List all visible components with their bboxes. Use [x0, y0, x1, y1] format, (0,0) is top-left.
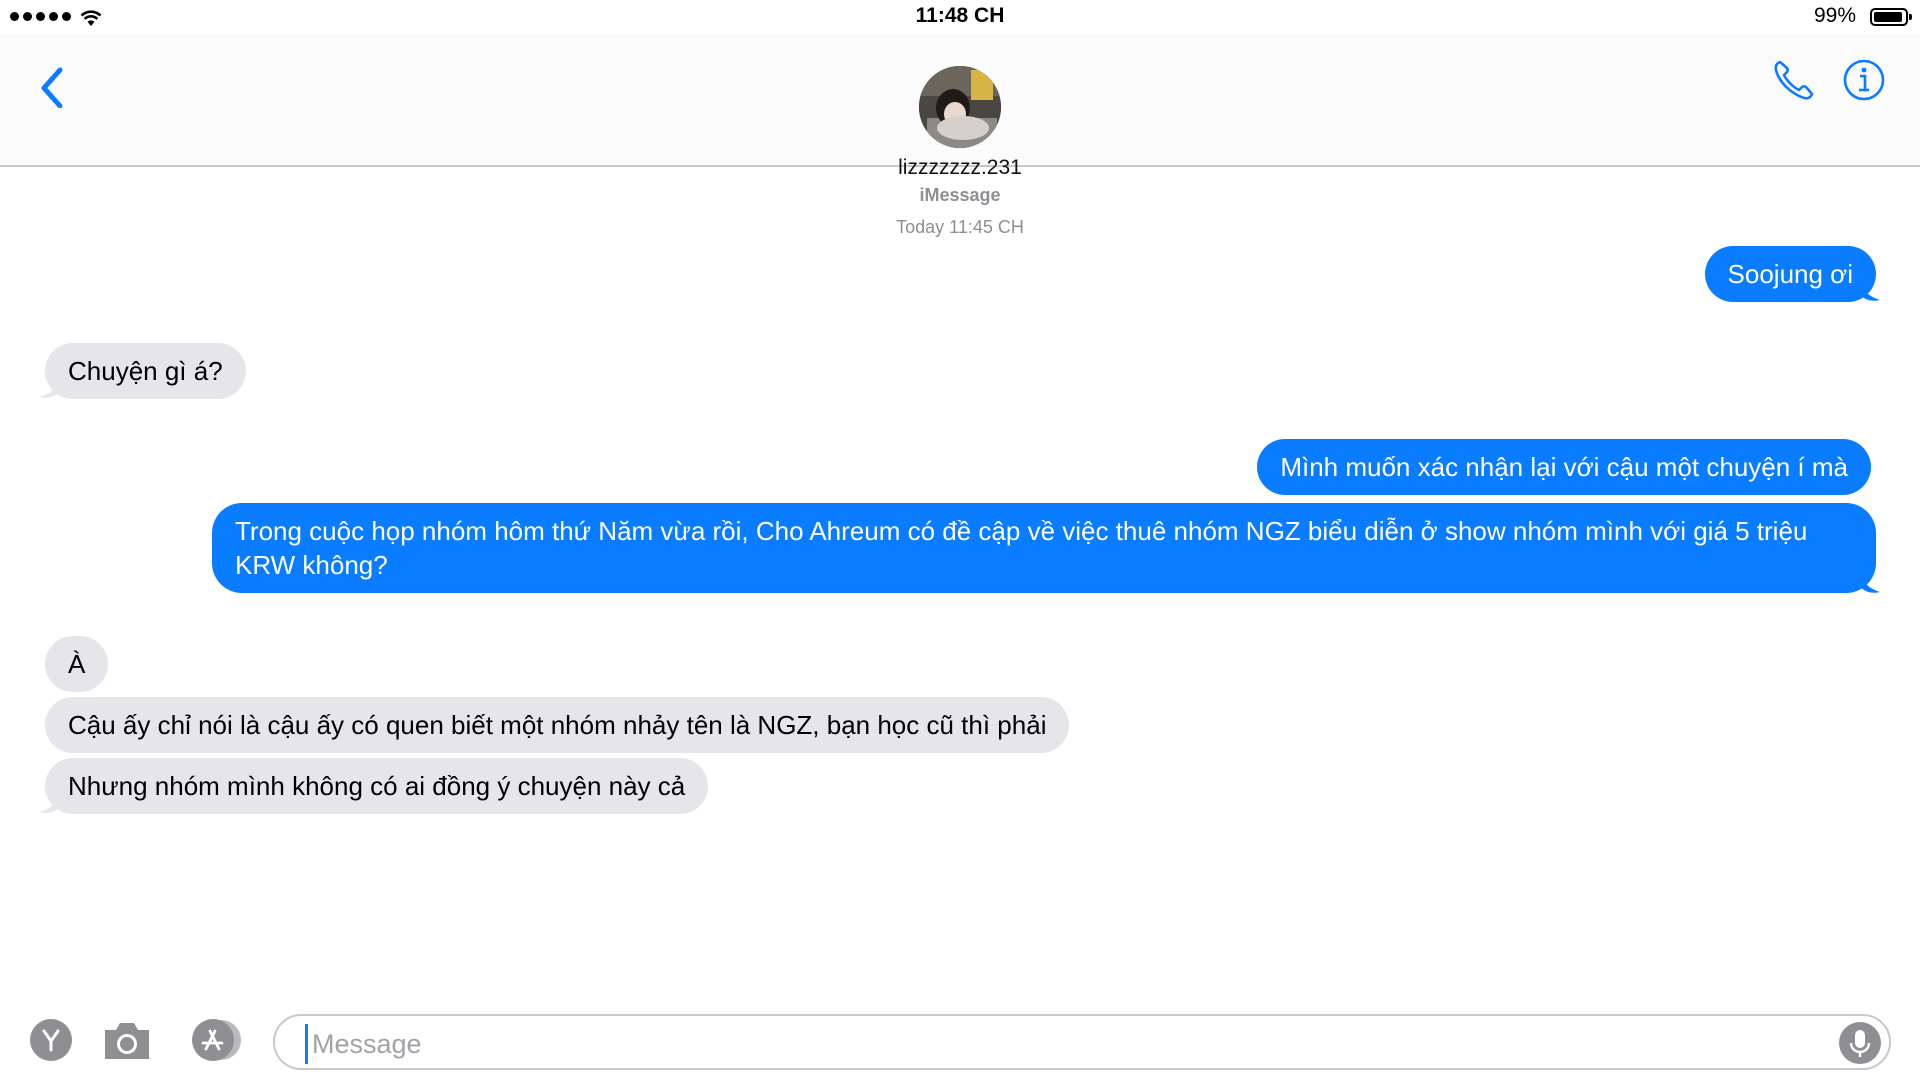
bubble-tail — [40, 377, 60, 398]
sent-message-bubble[interactable]: Soojung ơi — [1704, 246, 1876, 302]
received-message-bubble[interactable]: Chuyện gì á? — [45, 343, 246, 399]
service-label: iMessage — [919, 185, 1001, 205]
contact-avatar[interactable] — [919, 66, 1001, 148]
conversation-header: lizzzzzzz.231 — [0, 34, 1920, 179]
app-store-icon — [192, 1019, 241, 1061]
battery-percent: 99% — [1813, 4, 1856, 27]
back-button[interactable] — [30, 52, 80, 109]
microphone-icon — [1849, 1030, 1871, 1057]
camera-button[interactable] — [101, 1018, 153, 1067]
app-store-button[interactable] — [185, 1018, 249, 1067]
phone-icon — [1774, 60, 1814, 100]
chevron-left-icon — [41, 67, 63, 109]
status-bar: 11:48 CH 99% — [0, 0, 1920, 34]
call-button[interactable] — [1768, 54, 1820, 106]
apps-button[interactable] — [29, 1018, 73, 1067]
received-message-bubble[interactable]: À — [45, 636, 109, 692]
message-input-bar — [0, 1000, 1920, 1080]
sent-message-bubble[interactable]: Mình muốn xác nhận lại với cậu một chuyệ… — [1257, 439, 1871, 495]
battery-icon — [1870, 8, 1912, 26]
bubble-tail — [1860, 280, 1880, 301]
message-input[interactable] — [305, 1024, 1794, 1064]
bubble-tail — [1860, 572, 1880, 593]
avatar-photo — [919, 66, 1001, 148]
info-icon — [1843, 59, 1885, 101]
received-message-bubble[interactable]: Cậu ấy chỉ nói là cậu ấy có quen biết mộ… — [45, 697, 1070, 753]
message-field[interactable] — [273, 1014, 1891, 1070]
y-app-icon — [30, 1019, 72, 1061]
camera-icon — [105, 1023, 149, 1059]
info-button[interactable] — [1838, 54, 1890, 106]
sent-message-bubble[interactable]: Trong cuộc họp nhóm hôm thứ Năm vừa rồi,… — [212, 503, 1876, 593]
microphone-button[interactable] — [1839, 1022, 1881, 1064]
conversation-timestamp: Today 11:45 CH — [896, 217, 1024, 237]
contact-name[interactable]: lizzzzzzz.231 — [0, 156, 1920, 180]
received-message-bubble[interactable]: Nhưng nhóm mình không có ai đồng ý chuyệ… — [45, 758, 709, 814]
bubble-tail — [40, 792, 60, 813]
status-time: 11:48 CH — [915, 4, 1005, 27]
